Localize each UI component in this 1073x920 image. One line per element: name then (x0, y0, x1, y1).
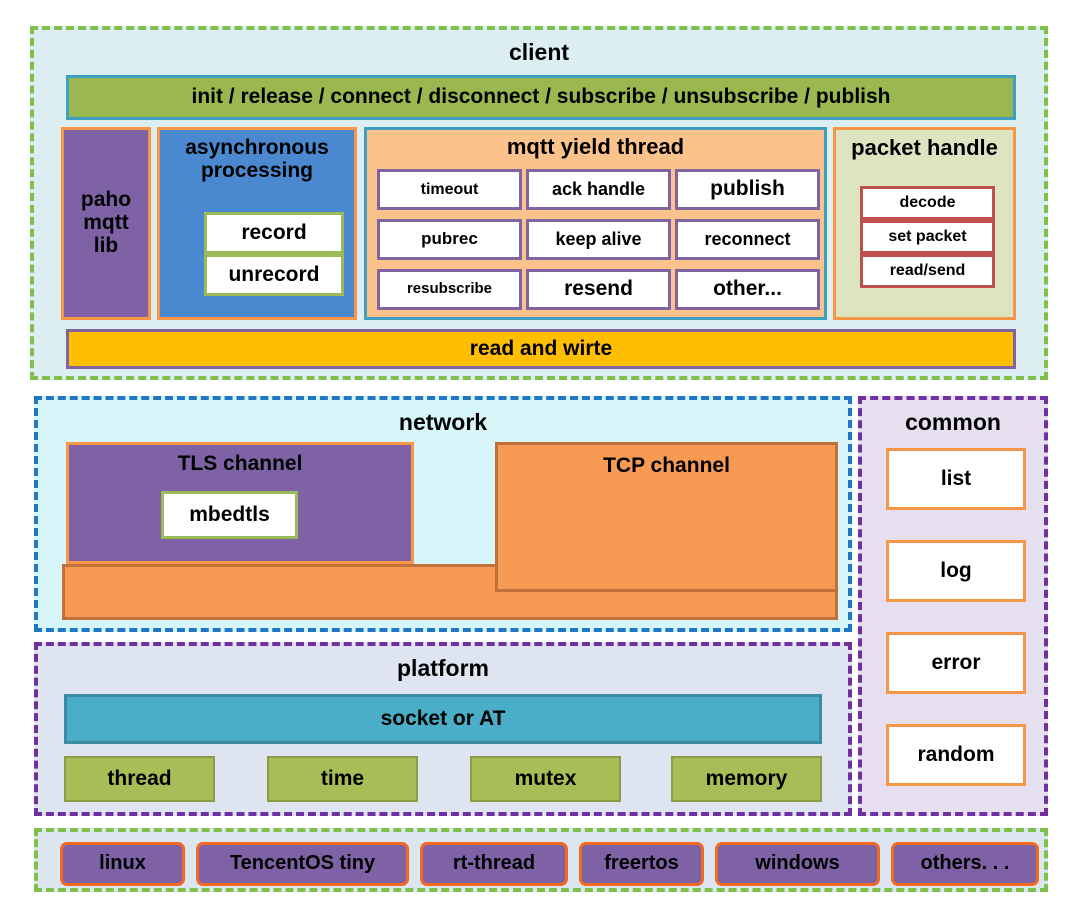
tcp-channel-label: TCP channel (603, 454, 730, 477)
common-item-list[interactable]: list (886, 448, 1026, 510)
os-item-others[interactable]: others. . . (891, 842, 1039, 886)
platform-label: platform (397, 655, 489, 681)
tcp-channel-block: TCP channel (495, 442, 838, 592)
paho-line-3: lib (93, 233, 119, 257)
platform-container: platform socket or AT thread time mutex … (34, 642, 852, 816)
architecture-diagram: client init / release / connect / discon… (0, 0, 1073, 920)
os-item-linux[interactable]: linux (60, 842, 185, 886)
paho-line-2: mqtt (83, 211, 129, 235)
platform-item-memory[interactable]: memory (671, 756, 822, 802)
tls-channel-block: TLS channel mbedtls (66, 442, 414, 564)
packet-item-set-packet[interactable]: set packet (860, 220, 995, 254)
yield-item-reconnect[interactable]: reconnect (675, 219, 820, 260)
asynchronous-processing-block: asynchronous processing record unrecord (157, 127, 357, 320)
socket-or-at-bar[interactable]: socket or AT (64, 694, 822, 744)
packet-handle-block: packet handle decode set packet read/sen… (833, 127, 1016, 320)
platform-item-thread[interactable]: thread (64, 756, 215, 802)
mqtt-yield-thread-block: mqtt yield thread timeout ack handle pub… (364, 127, 827, 320)
os-item-rt-thread[interactable]: rt-thread (420, 842, 568, 886)
common-container: common list log error random (858, 396, 1048, 816)
yield-item-ack-handle[interactable]: ack handle (526, 169, 671, 210)
yield-item-pubrec[interactable]: pubrec (377, 219, 522, 260)
common-item-random[interactable]: random (886, 724, 1026, 786)
client-container: client init / release / connect / discon… (30, 26, 1048, 380)
yield-item-timeout[interactable]: timeout (377, 169, 522, 210)
yield-item-resubscribe[interactable]: resubscribe (377, 269, 522, 310)
read-and-write-bar[interactable]: read and wirte (66, 329, 1016, 369)
yield-item-resend[interactable]: resend (526, 269, 671, 310)
async-item-unrecord[interactable]: unrecord (204, 254, 344, 296)
mqtt-yield-thread-label: mqtt yield thread (506, 134, 685, 159)
mbedtls-block[interactable]: mbedtls (161, 491, 298, 539)
packet-handle-label: packet handle (851, 135, 998, 160)
yield-item-other[interactable]: other... (675, 269, 820, 310)
paho-mqtt-lib-block[interactable]: paho mqtt lib (61, 127, 151, 320)
network-container: network TCP channel TLS channel mbedtls (34, 396, 852, 632)
yield-item-keep-alive[interactable]: keep alive (526, 219, 671, 260)
platform-item-time[interactable]: time (267, 756, 418, 802)
common-item-log[interactable]: log (886, 540, 1026, 602)
async-item-record[interactable]: record (204, 212, 344, 254)
os-item-tencentos-tiny[interactable]: TencentOS tiny (196, 842, 409, 886)
platform-item-mutex[interactable]: mutex (470, 756, 621, 802)
os-item-freertos[interactable]: freertos (579, 842, 704, 886)
tls-channel-label: TLS channel (177, 452, 303, 475)
network-label: network (398, 409, 488, 435)
packet-item-read-send[interactable]: read/send (860, 254, 995, 288)
common-label: common (905, 409, 1001, 435)
packet-item-decode[interactable]: decode (860, 186, 995, 220)
os-item-windows[interactable]: windows (715, 842, 880, 886)
common-item-error[interactable]: error (886, 632, 1026, 694)
asynchronous-processing-label: asynchronous processing (185, 136, 329, 183)
os-container: linux TencentOS tiny rt-thread freertos … (34, 828, 1048, 892)
paho-line-1: paho (80, 188, 132, 212)
yield-item-publish[interactable]: publish (675, 169, 820, 210)
client-api-bar[interactable]: init / release / connect / disconnect / … (66, 75, 1016, 120)
client-label: client (508, 39, 570, 65)
